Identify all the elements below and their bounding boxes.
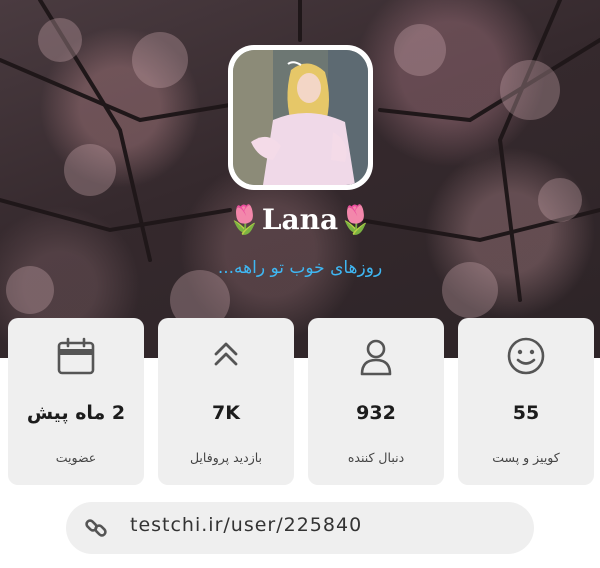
stat-value: 2 ماه پیش bbox=[26, 402, 126, 424]
stat-value: 932 bbox=[356, 402, 396, 424]
calendar-icon bbox=[56, 336, 96, 376]
stat-card-membership[interactable]: 2 ماه پیش عضویت bbox=[8, 318, 144, 485]
stat-value: 7K bbox=[212, 402, 240, 424]
profile-link[interactable]: testchi.ir/user/225840 bbox=[66, 502, 534, 554]
stat-card-followers[interactable]: 932 دنبال کننده bbox=[308, 318, 444, 485]
smiley-icon bbox=[506, 336, 546, 376]
avatar[interactable] bbox=[228, 45, 373, 190]
stat-card-quizzes[interactable]: 55 کوییز و پست bbox=[458, 318, 594, 485]
avatar-illustration bbox=[233, 50, 368, 185]
profile-link-url: testchi.ir/user/225840 bbox=[130, 514, 363, 536]
profile-name: 🌷Lana🌷 bbox=[226, 203, 374, 236]
stat-label: بازدید پروفایل bbox=[189, 450, 263, 465]
profile-bio: روزهای خوب تو راهه... bbox=[217, 258, 383, 278]
user-icon bbox=[356, 336, 396, 376]
stat-value: 55 bbox=[512, 402, 540, 424]
stat-label: عضویت bbox=[55, 450, 97, 465]
stat-label: دنبال کننده bbox=[347, 450, 405, 465]
link-icon bbox=[84, 516, 108, 540]
stat-card-profile-views[interactable]: 7K بازدید پروفایل bbox=[158, 318, 294, 485]
stat-label: کوییز و پست bbox=[492, 450, 560, 465]
chevrons-up-icon bbox=[206, 336, 246, 376]
